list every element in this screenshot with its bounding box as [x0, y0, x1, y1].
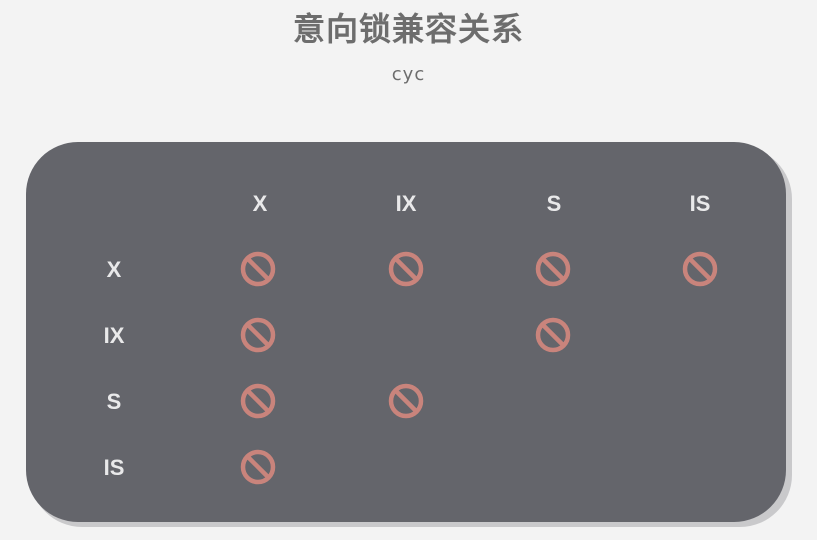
prohibited-icon: [386, 381, 426, 421]
page-subtitle: cyc: [391, 64, 426, 85]
column-header-ix: IX: [395, 191, 417, 216]
prohibited-icon: [680, 249, 720, 289]
prohibited-icon: [386, 249, 426, 289]
prohibited-icon: [533, 249, 573, 289]
row-header-ix: IX: [103, 323, 125, 348]
prohibited-icon: [238, 381, 278, 421]
prohibited-icon: [238, 315, 278, 355]
column-header-x: X: [252, 191, 268, 216]
page-title: 意向锁兼容关系: [292, 10, 524, 48]
row-header-x: X: [106, 257, 122, 282]
prohibited-icon: [533, 315, 573, 355]
column-header-is: IS: [689, 191, 711, 216]
prohibited-icon: [238, 249, 278, 289]
column-header-s: S: [546, 191, 562, 216]
row-header-s: S: [106, 389, 122, 414]
row-header-is: IS: [103, 455, 125, 480]
compatibility-matrix: X IX S IS X IX S IS: [26, 142, 786, 522]
prohibited-icon: [238, 447, 278, 487]
